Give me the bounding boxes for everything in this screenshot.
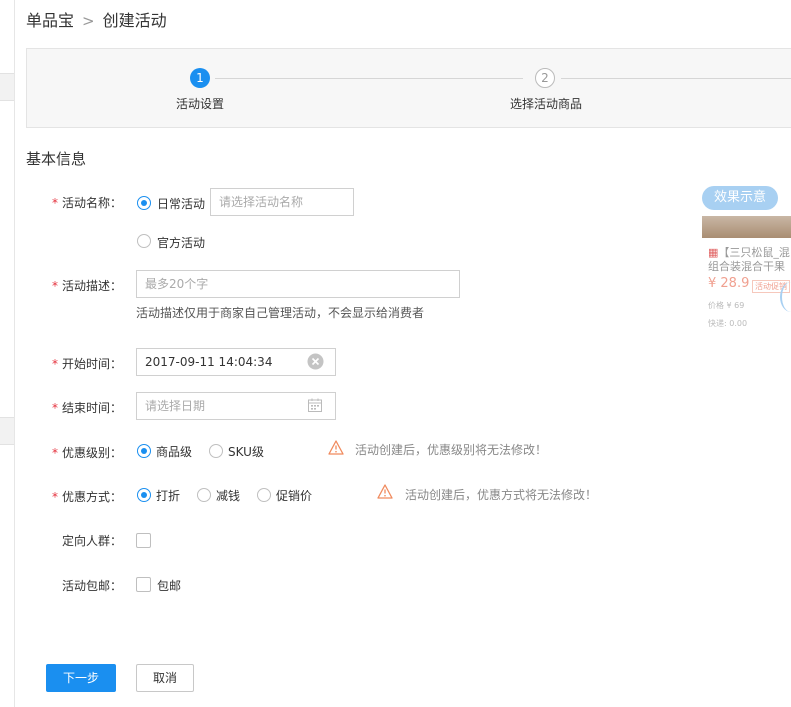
step-2-circle: 2	[535, 68, 555, 88]
discount-method-warning: 活动创建后，优惠方式将无法修改！	[405, 488, 598, 502]
discount-level-warning: 活动创建后，优惠级别将无法修改！	[355, 443, 548, 457]
breadcrumb: 单品宝 > 创建活动	[26, 7, 167, 31]
radio-official-activity[interactable]	[137, 234, 151, 248]
free-shipping-checkbox[interactable]	[136, 577, 151, 592]
step-connector	[561, 78, 791, 79]
preview-price: ¥ 28.9	[708, 276, 750, 291]
radio-reduce-label[interactable]: 减钱	[216, 487, 240, 504]
warning-icon	[377, 484, 393, 499]
steps-bar: 1 2 活动设置 选择活动商品	[26, 48, 791, 128]
step-1-label: 活动设置	[176, 97, 225, 111]
radio-sku-level-label[interactable]: SKU级	[228, 443, 264, 460]
breadcrumb-separator: >	[82, 12, 95, 30]
end-time-input[interactable]: 请选择日期	[136, 392, 336, 420]
required-mark: *	[51, 401, 58, 415]
activity-name-input[interactable]: 请选择活动名称	[210, 188, 354, 216]
activity-desc-hint: 活动描述仅用于商家自己管理活动，不会显示给消费者	[136, 306, 425, 320]
preview-title: ▦【三只松鼠_混 组合装混合干果	[708, 246, 790, 273]
left-sidebar-band	[0, 73, 14, 101]
section-title: 基本信息	[26, 150, 87, 168]
left-sidebar-edge	[0, 0, 15, 707]
breadcrumb-current: 创建活动	[102, 11, 167, 30]
required-mark: *	[51, 446, 58, 460]
calendar-icon[interactable]	[307, 397, 323, 413]
next-step-button[interactable]: 下一步	[46, 664, 116, 692]
left-sidebar-band	[0, 417, 14, 445]
preview-shipping: 快递: 0.00	[708, 319, 748, 328]
breadcrumb-root[interactable]: 单品宝	[26, 11, 74, 30]
preview-product-image	[702, 216, 791, 238]
required-mark: *	[51, 279, 58, 293]
free-shipping-option-label[interactable]: 包邮	[157, 577, 181, 594]
effect-preview: 效果示意 ▦【三只松鼠_混 组合装混合干果 ¥ 28.9 活动促销 价格 ¥ 6…	[702, 186, 791, 336]
free-shipping-label: 活动包邮：	[61, 579, 122, 593]
radio-sku-level[interactable]	[209, 444, 223, 458]
preview-arrow-icon	[780, 282, 791, 312]
start-time-input[interactable]: 2017-09-11 14:04:34	[136, 348, 336, 376]
radio-discount[interactable]	[137, 488, 151, 502]
activity-desc-label: * 活动描述：	[51, 279, 122, 293]
preview-original-price: 价格 ¥ 69	[708, 301, 745, 310]
radio-discount-label[interactable]: 打折	[156, 487, 180, 504]
radio-item-level-label[interactable]: 商品级	[156, 443, 192, 460]
end-time-label: * 结束时间：	[51, 401, 122, 415]
warning-icon	[328, 440, 344, 455]
radio-official-activity-label[interactable]: 官方活动	[157, 234, 205, 251]
radio-promo-price-label[interactable]: 促销价	[276, 487, 312, 504]
target-crowd-label: 定向人群：	[61, 534, 122, 548]
start-time-label: * 开始时间：	[51, 357, 122, 371]
step-2-label: 选择活动商品	[510, 97, 583, 111]
radio-item-level[interactable]	[137, 444, 151, 458]
radio-reduce[interactable]	[197, 488, 211, 502]
discount-level-label: * 优惠级别：	[51, 446, 122, 460]
activity-name-label: * 活动名称：	[51, 196, 122, 210]
preview-badge: 效果示意	[702, 186, 778, 210]
step-connector	[215, 78, 523, 79]
step-1-circle: 1	[190, 68, 210, 88]
target-crowd-checkbox[interactable]	[136, 533, 151, 548]
radio-promo-price[interactable]	[257, 488, 271, 502]
cancel-button[interactable]: 取消	[136, 664, 194, 692]
radio-daily-activity[interactable]	[137, 196, 151, 210]
clear-icon[interactable]	[307, 353, 324, 370]
required-mark: *	[51, 490, 58, 504]
activity-desc-input[interactable]: 最多20个字	[136, 270, 460, 298]
required-mark: *	[51, 357, 58, 371]
tmall-icon: ▦	[708, 246, 719, 259]
radio-daily-activity-label[interactable]: 日常活动	[157, 195, 205, 212]
required-mark: *	[51, 196, 58, 210]
discount-method-label: * 优惠方式：	[51, 490, 122, 504]
